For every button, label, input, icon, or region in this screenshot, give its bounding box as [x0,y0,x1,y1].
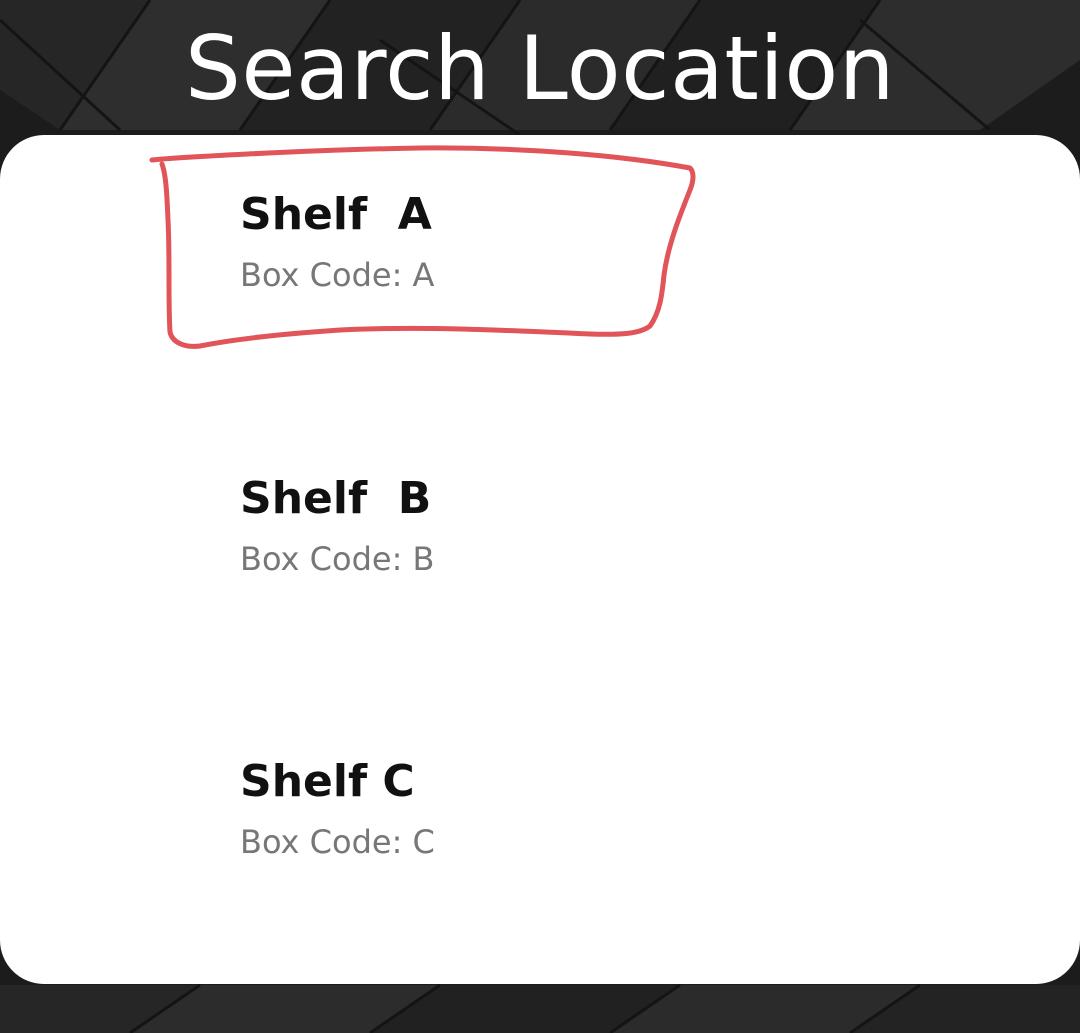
list-item-shelf-a[interactable]: Shelf A Box Code: A [0,135,1080,417]
location-name: Shelf A [240,189,432,240]
location-box-code: Box Code: A [240,256,435,294]
location-name: Shelf B [240,473,432,524]
location-box-code: Box Code: B [240,540,435,578]
list-item-shelf-b[interactable]: Shelf B Box Code: B [0,419,1080,701]
location-list: Shelf A Box Code: A Shelf B Box Code: B … [0,135,1080,984]
list-item-shelf-c[interactable]: Shelf C Box Code: C [0,702,1080,984]
location-box-code: Box Code: C [240,823,435,861]
page-title: Search Location [185,17,895,120]
location-name: Shelf C [240,756,415,807]
